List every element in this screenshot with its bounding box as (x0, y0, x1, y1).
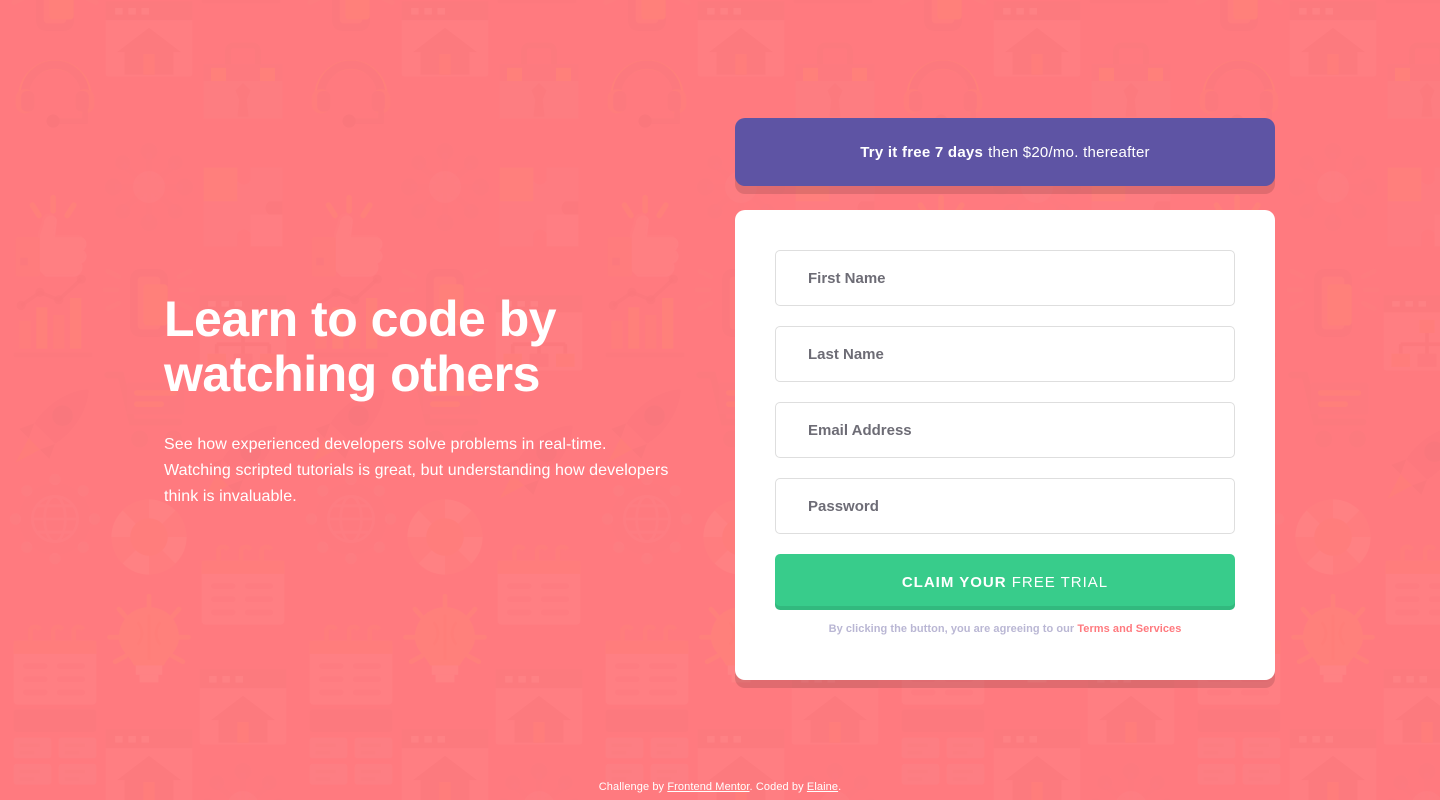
terms-and-services-link[interactable]: Terms and Services (1077, 623, 1181, 635)
terms-notice: By clicking the button, you are agreeing… (775, 619, 1235, 640)
promo-banner-strong: Try it free 7 days (860, 143, 984, 161)
terms-prefix: By clicking the button, you are agreeing… (828, 623, 1078, 635)
page-title: Learn to code by watching others (164, 291, 557, 402)
attribution-middle: . Coded by (749, 781, 807, 793)
claim-free-trial-button[interactable]: CLAIM YOUR FREE TRIAL (775, 554, 1235, 610)
landing-page: Learn to code by watching others See how… (0, 0, 1440, 800)
attribution-prefix: Challenge by (598, 781, 668, 793)
attribution: Challenge by Frontend Mentor. Coded by E… (0, 781, 1440, 793)
hero-section: Learn to code by watching others See how… (164, 292, 684, 510)
hero-description: See how experienced developers solve pro… (164, 436, 669, 505)
first-name-input[interactable] (775, 250, 1235, 306)
frontend-mentor-link[interactable]: Frontend Mentor (667, 781, 749, 793)
author-link[interactable]: Elaine (807, 781, 838, 793)
last-name-input[interactable] (775, 326, 1235, 382)
promo-banner: Try it free 7 days then $20/mo. thereafte… (735, 118, 1275, 186)
promo-banner-rest: then $20/mo. thereafter (988, 143, 1150, 161)
email-input[interactable] (775, 402, 1235, 458)
attribution-suffix: . (838, 781, 842, 793)
cta-light-label: FREE TRIAL (1011, 573, 1109, 591)
cta-strong-label: CLAIM YOUR (901, 573, 1007, 591)
password-input[interactable] (775, 478, 1235, 534)
signup-form: CLAIM YOUR FREE TRIAL By clicking the bu… (735, 210, 1275, 680)
signup-section: Try it free 7 days then $20/mo. thereafte… (735, 118, 1275, 680)
